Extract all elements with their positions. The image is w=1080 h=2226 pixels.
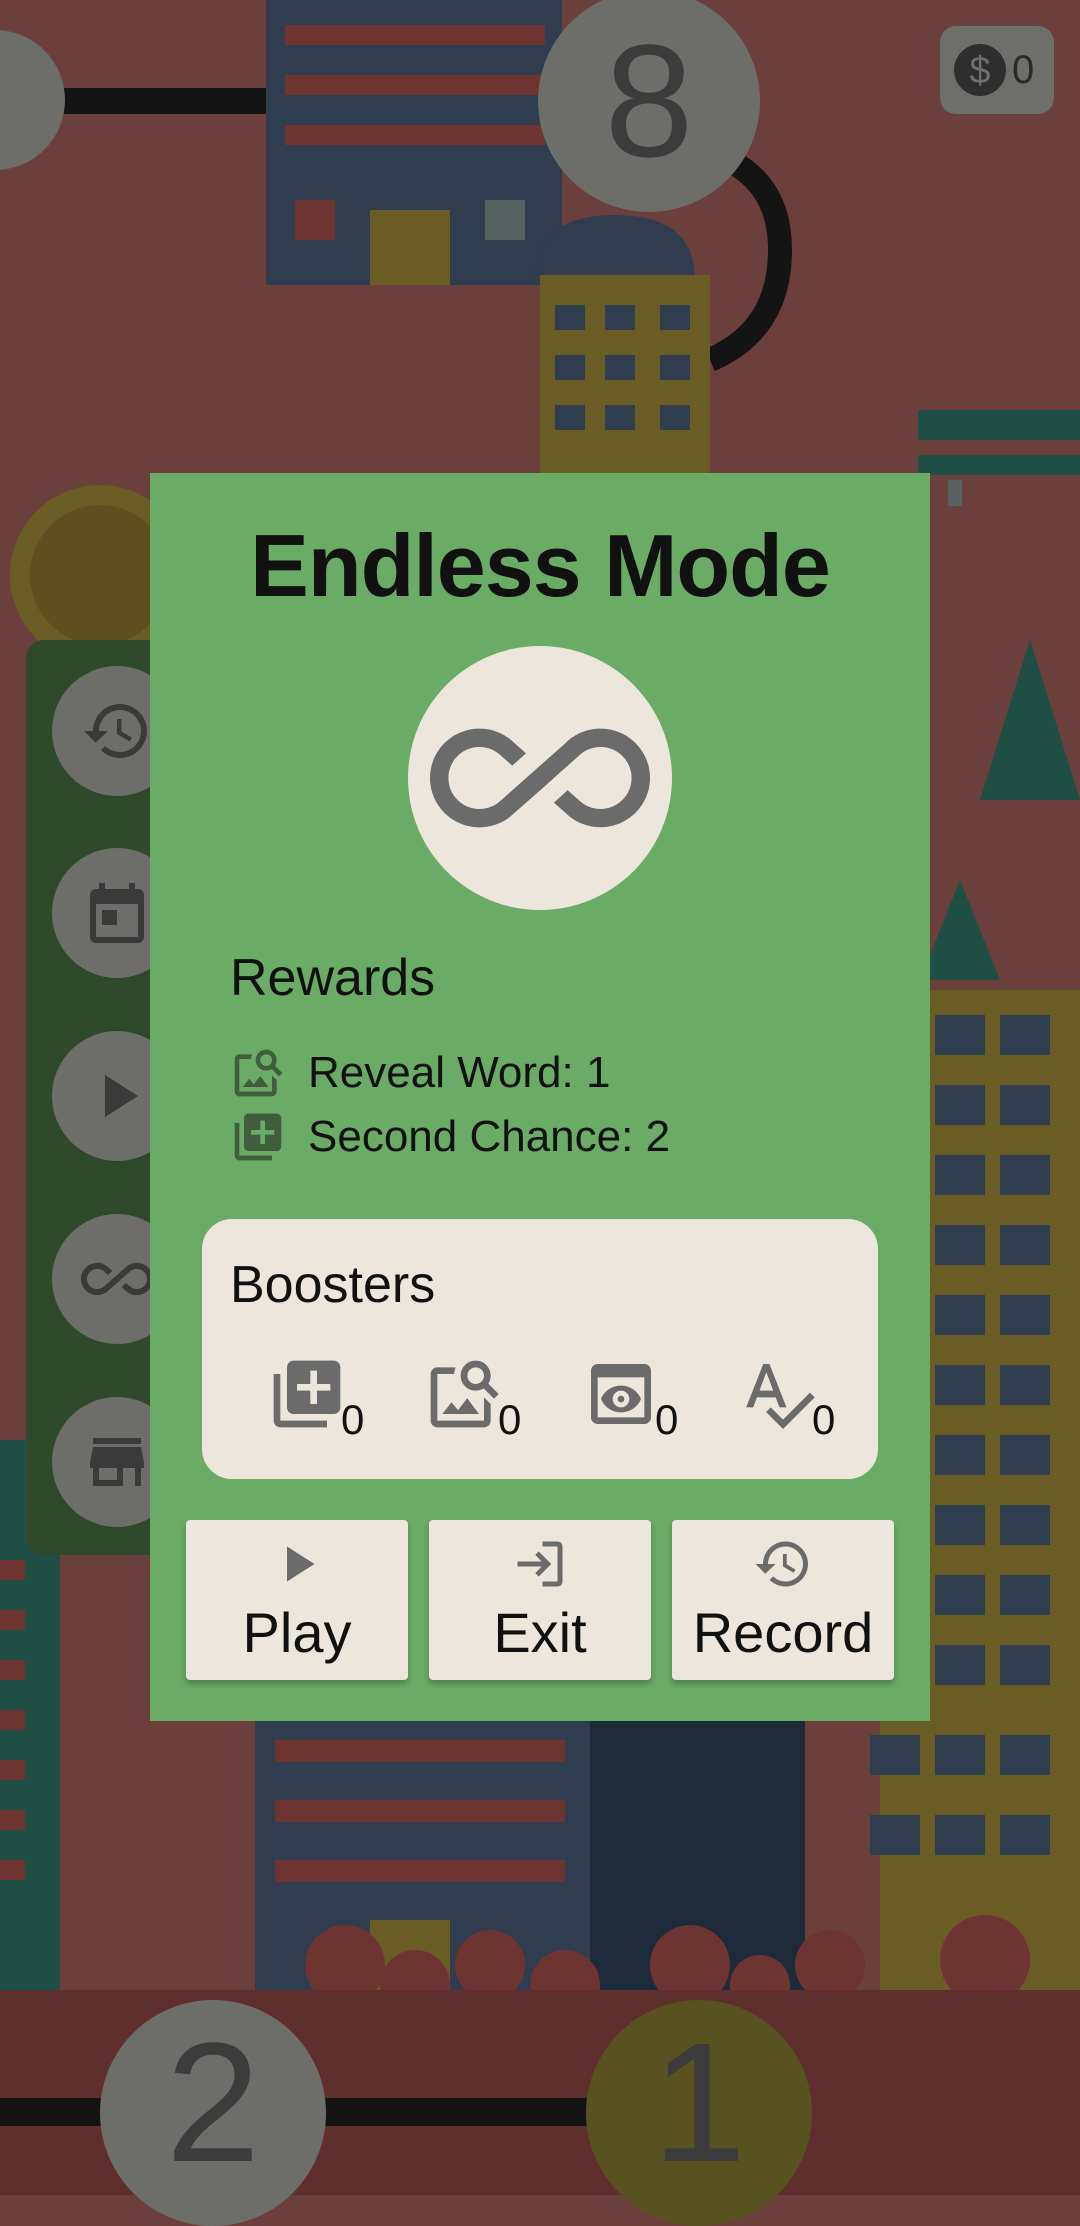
booster-eye[interactable]: 0: [581, 1354, 701, 1454]
level-node[interactable]: 8: [538, 0, 760, 212]
level-node-number: 8: [604, 11, 694, 190]
reward-second-chance: Second Chance: 2: [230, 1107, 670, 1167]
history-icon: [755, 1541, 808, 1587]
booster-count: 0: [812, 1396, 836, 1443]
coin-icon: $: [954, 44, 1006, 96]
coin-count: 0: [1012, 47, 1035, 92]
dialog-title: Endless Mode: [250, 516, 831, 615]
play-button-label: Play: [242, 1601, 352, 1664]
reveal-word-icon: [430, 1360, 499, 1428]
boosters-title: Boosters: [230, 1256, 436, 1314]
level-node[interactable]: 2: [100, 2000, 326, 2226]
play-button[interactable]: Play: [186, 1520, 408, 1680]
store-icon: [90, 1438, 144, 1486]
reward-reveal-word: Reveal Word: 1: [230, 1043, 610, 1103]
second-chance-icon: [273, 1360, 341, 1428]
play-icon: [287, 1546, 315, 1582]
booster-spell-check[interactable]: 0: [738, 1354, 858, 1454]
level-node-number: 2: [165, 2008, 261, 2198]
infinity-icon: [430, 728, 650, 828]
reward-text: Reveal Word: 1: [308, 1048, 611, 1097]
level-node-number: 1: [651, 2008, 747, 2198]
exit-icon: [517, 1541, 563, 1587]
spell-check-icon: [746, 1364, 815, 1429]
record-button[interactable]: Record: [672, 1520, 894, 1680]
exit-button-label: Exit: [493, 1601, 587, 1664]
booster-count: 0: [341, 1396, 365, 1443]
second-chance-icon: [234, 1113, 282, 1161]
svg-text:$: $: [969, 50, 990, 92]
booster-reveal-word[interactable]: 0: [424, 1354, 544, 1454]
calendar-icon: [90, 883, 144, 943]
eye-icon: [591, 1364, 651, 1424]
boosters-panel: Boosters 0 0 0 0: [202, 1219, 878, 1479]
rewards-title: Rewards: [230, 949, 436, 1007]
reveal-word-icon: [234, 1049, 283, 1097]
booster-count: 0: [655, 1396, 679, 1443]
record-button-label: Record: [692, 1601, 874, 1664]
infinity-icon: [81, 1262, 153, 1296]
level-node[interactable]: 1: [586, 2000, 812, 2226]
history-icon: [84, 704, 147, 758]
mode-emblem: [408, 646, 672, 910]
reward-text: Second Chance: 2: [308, 1112, 671, 1161]
exit-button[interactable]: Exit: [429, 1520, 651, 1680]
coin-counter: $ 0: [940, 26, 1054, 114]
booster-second-chance[interactable]: 0: [267, 1354, 387, 1454]
booster-count: 0: [498, 1396, 522, 1443]
play-icon: [105, 1075, 138, 1117]
endless-mode-dialog: Endless Mode Rewards Reveal Word: 1 Seco…: [150, 473, 930, 1721]
